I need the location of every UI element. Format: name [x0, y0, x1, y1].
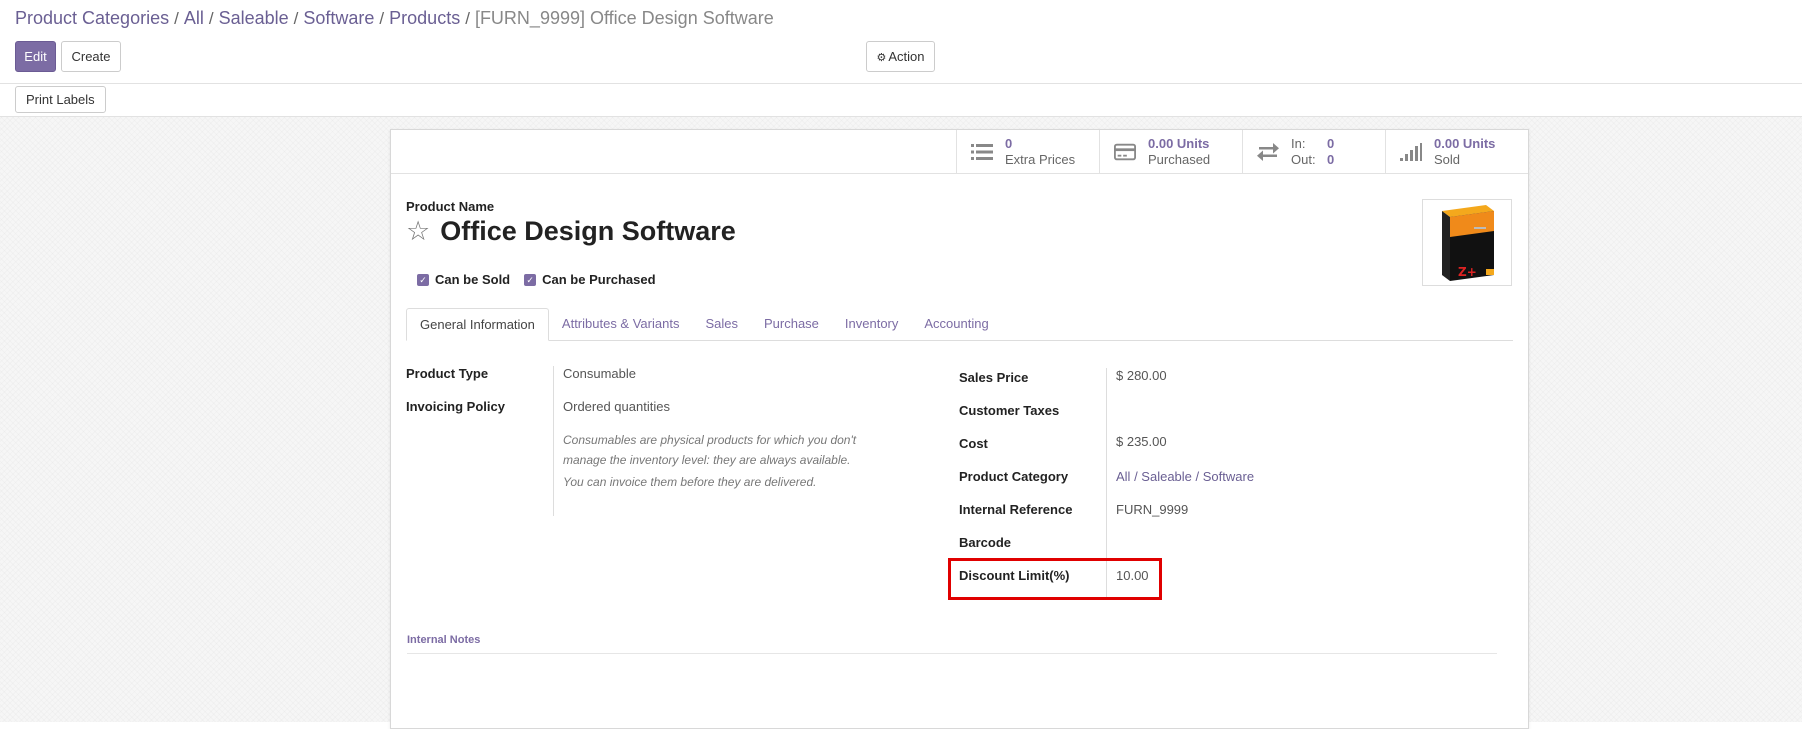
product-type-field[interactable]: Consumable — [563, 366, 636, 381]
tab-sales[interactable]: Sales — [692, 308, 751, 340]
breadcrumb-products[interactable]: Products — [389, 8, 460, 28]
breadcrumb-software[interactable]: Software — [303, 8, 374, 28]
extra-prices-button[interactable]: 0 Extra Prices — [956, 130, 1099, 173]
discount-limit-label: Discount Limit(%) — [959, 568, 1070, 583]
breadcrumb-saleable[interactable]: Saleable — [219, 8, 289, 28]
checkbox-checked-icon: ✓ — [524, 273, 537, 286]
cost-field[interactable]: $ 235.00 — [1116, 434, 1167, 449]
create-button[interactable]: Create — [61, 41, 121, 72]
breadcrumb-all[interactable]: All — [184, 8, 204, 28]
extra-prices-label: Extra Prices — [1005, 151, 1076, 167]
product-name-label: Product Name — [406, 199, 495, 214]
tab-attributes-variants[interactable]: Attributes & Variants — [549, 308, 693, 340]
sold-value: 0.00 Units — [1434, 135, 1496, 151]
invoicing-policy-field[interactable]: Ordered quantities — [563, 399, 670, 414]
product-type-help: Consumables are physical products for wh… — [563, 433, 857, 467]
barcode-label: Barcode — [959, 535, 1012, 550]
tab-accounting[interactable]: Accounting — [911, 308, 1001, 340]
smart-button-box: 0 Extra Prices 0.00 Units Purchased In: 0 O… — [956, 130, 1528, 174]
control-panel: Product Categories / All / Saleable / Software… — [0, 0, 1802, 83]
exchange-icon — [1257, 142, 1279, 161]
internal-notes-label: Internal Notes — [407, 634, 481, 646]
can-be-sold-label: Can be Sold — [435, 272, 511, 287]
in-out-button[interactable]: In: 0 Out: 0 — [1242, 130, 1385, 173]
credit-card-icon — [1114, 143, 1136, 161]
invoicing-help: You can invoice them before they are del… — [563, 475, 817, 489]
sales-price-field[interactable]: $ 280.00 — [1116, 368, 1167, 383]
internal-reference-label: Internal Reference — [959, 502, 1073, 517]
internal-notes-field[interactable] — [407, 653, 1497, 654]
sold-button[interactable]: 0.00 Units Sold — [1385, 130, 1528, 173]
discount-limit-field[interactable]: 10.00 — [1116, 566, 1149, 583]
notebook-tabs: General Information Attributes & Variant… — [406, 308, 1513, 341]
action-label: Action — [888, 49, 925, 64]
in-value: 0 — [1327, 135, 1335, 151]
category-all: All — [1116, 469, 1131, 484]
product-image[interactable]: Z+ — [1422, 199, 1512, 286]
breadcrumb-current: [FURN_9999] Office Design Software — [474, 8, 774, 28]
invoicing-policy-label: Invoicing Policy — [406, 399, 505, 414]
form-sheet: 0 Extra Prices 0.00 Units Purchased In: 0 O… — [390, 129, 1529, 729]
list-icon — [971, 143, 993, 161]
status-bar: Print Labels — [0, 83, 1802, 117]
product-type-label: Product Type — [406, 366, 489, 381]
favorite-star-icon[interactable]: ☆ — [406, 218, 430, 245]
gear-icon: ⚙ — [876, 52, 887, 64]
sold-label: Sold — [1434, 151, 1461, 167]
general-left-group: Product Type Consumable Invoicing Policy… — [406, 366, 926, 516]
internal-reference-field[interactable]: FURN_9999 — [1116, 500, 1188, 517]
cost-label: Cost — [959, 436, 988, 451]
tab-purchase[interactable]: Purchase — [751, 308, 832, 340]
breadcrumb-product-categories[interactable]: Product Categories — [15, 8, 169, 28]
in-label: In: — [1291, 135, 1306, 151]
can-be-purchased-label: Can be Purchased — [542, 272, 656, 287]
svg-text:Z+: Z+ — [1458, 265, 1477, 279]
purchased-label: Purchased — [1148, 151, 1211, 167]
sales-price-label: Sales Price — [959, 370, 1029, 385]
category-saleable: Saleable — [1141, 469, 1192, 484]
signal-icon — [1400, 142, 1422, 161]
category-software: Software — [1202, 469, 1255, 484]
extra-prices-value: 0 — [1005, 135, 1013, 151]
checkbox-checked-icon: ✓ — [417, 273, 429, 286]
out-value: 0 — [1327, 151, 1335, 167]
product-name: Office Design Software — [440, 216, 736, 246]
can-be-purchased-checkbox[interactable]: ✓ Can be Purchased — [524, 272, 656, 287]
customer-taxes-label: Customer Taxes — [959, 403, 1060, 418]
can-be-sold-checkbox[interactable]: ✓ Can be Sold — [417, 272, 510, 287]
purchased-button[interactable]: 0.00 Units Purchased — [1099, 130, 1242, 173]
product-category-label: Product Category — [959, 469, 1069, 484]
tab-general-information[interactable]: General Information — [406, 308, 549, 341]
tab-inventory[interactable]: Inventory — [832, 308, 911, 340]
out-label: Out: — [1291, 151, 1316, 167]
breadcrumb: Product Categories / All / Saleable / Software… — [15, 8, 774, 28]
software-box-icon: Z+ — [1442, 204, 1494, 281]
print-labels-button[interactable]: Print Labels — [15, 86, 106, 113]
product-category-field[interactable]: All / Saleable / Software — [1116, 467, 1254, 484]
general-right-group: Sales Price $ 280.00 Customer Taxes Cost… — [948, 368, 1479, 600]
purchased-value: 0.00 Units — [1148, 135, 1210, 151]
edit-button[interactable]: Edit — [15, 41, 56, 72]
action-button[interactable]: ⚙ Action — [866, 41, 935, 72]
